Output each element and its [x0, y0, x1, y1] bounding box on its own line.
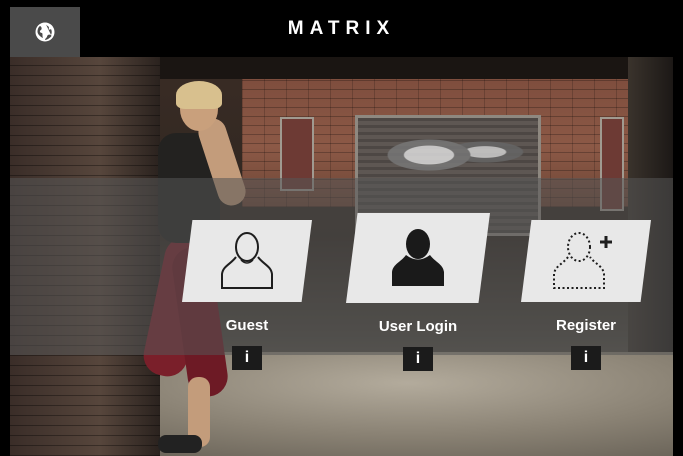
register-option: Register i	[521, 220, 651, 370]
user-login-button[interactable]	[346, 213, 490, 303]
brand-logo: MATRIX	[287, 18, 396, 39]
left-frame-edge	[0, 0, 10, 456]
right-frame-edge	[673, 0, 683, 456]
user-login-option: User Login i	[346, 213, 490, 371]
register-info-button[interactable]: i	[571, 346, 601, 370]
register-label: Register	[555, 317, 617, 334]
user-filled-icon	[392, 229, 444, 286]
graffiti	[365, 119, 525, 179]
guest-label: Guest	[225, 317, 269, 334]
login-screen: MATRIX Guest i User Login i Register i	[0, 0, 683, 456]
guest-info-button[interactable]: i	[232, 346, 262, 370]
top-bar: MATRIX	[0, 0, 683, 57]
register-button[interactable]	[521, 220, 651, 302]
guest-option: Guest i	[182, 220, 312, 370]
user-login-info-button[interactable]: i	[403, 347, 433, 371]
user-add-icon	[553, 232, 612, 289]
guest-button[interactable]	[182, 220, 312, 302]
arch-top	[160, 57, 673, 79]
user-login-label: User Login	[378, 318, 458, 335]
user-outline-icon	[221, 232, 273, 289]
